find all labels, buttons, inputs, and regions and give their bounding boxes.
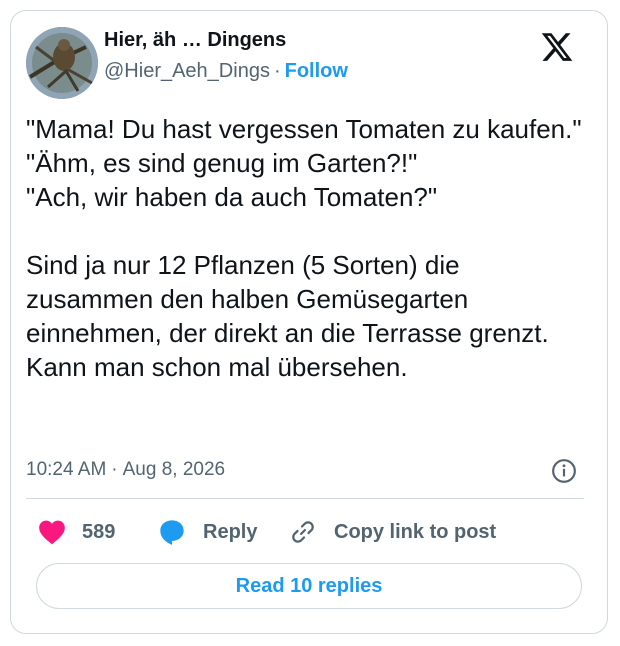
heart-icon xyxy=(39,520,65,545)
read-replies-button[interactable]: Read 10 replies xyxy=(36,563,582,609)
read-replies-label: Read 10 replies xyxy=(235,574,383,597)
like-button[interactable]: 589 xyxy=(38,516,115,548)
tweet-timestamp[interactable]: 10:24 AM · Aug 8, 2026 xyxy=(26,457,225,483)
author-handle[interactable]: @Hier_Aeh_Dings xyxy=(104,60,270,82)
timestamp-separator: · xyxy=(111,459,118,480)
tweet-text: "Mama! Du hast vergessen Tomaten zu kauf… xyxy=(26,114,582,382)
author-display-name[interactable]: Hier, äh … Dingens xyxy=(104,27,286,53)
handle-separator: · xyxy=(273,60,281,82)
avatar-photo xyxy=(26,27,98,99)
reply-button[interactable]: Reply xyxy=(158,516,257,548)
copy-link-button[interactable]: Copy link to post xyxy=(288,516,496,548)
link-icon xyxy=(292,521,314,543)
reply-label: Reply xyxy=(203,520,258,543)
x-logo-icon[interactable] xyxy=(540,30,574,64)
like-count: 589 xyxy=(82,520,116,543)
tweet-time: 10:24 AM xyxy=(26,459,107,480)
author-avatar[interactable] xyxy=(26,27,98,99)
tweet-date: Aug 8, 2026 xyxy=(122,459,226,480)
author-handle-row: @Hier_Aeh_Dings · Follow xyxy=(104,58,348,84)
copy-link-label: Copy link to post xyxy=(334,520,497,543)
follow-button[interactable]: Follow xyxy=(285,60,348,82)
divider xyxy=(26,498,584,499)
reply-bubble-icon xyxy=(160,520,184,545)
info-icon[interactable] xyxy=(551,458,577,484)
